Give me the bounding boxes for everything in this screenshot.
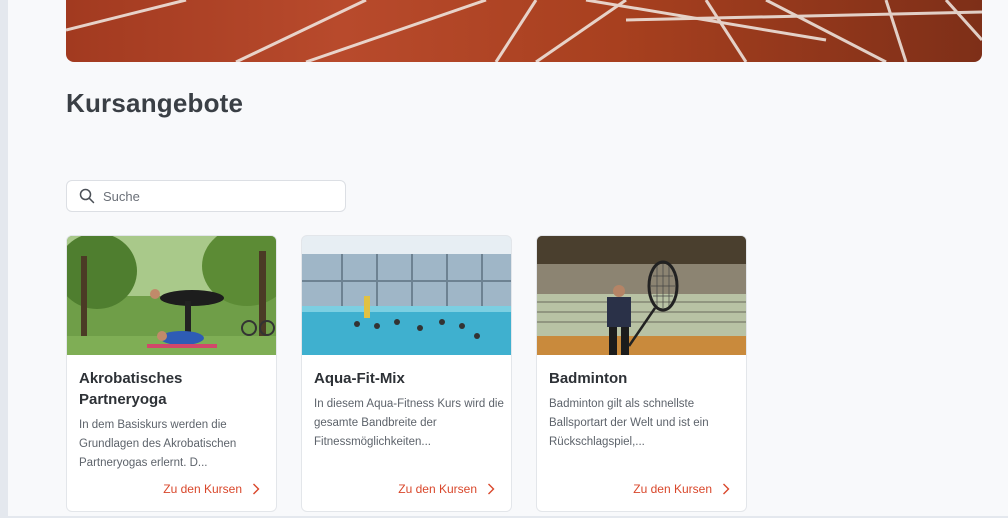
page: Kursangebote Suche Akrobatisches Partner… bbox=[8, 0, 1008, 516]
course-description: Badminton gilt als schnellste Ballsporta… bbox=[549, 398, 709, 448]
course-image-pool bbox=[302, 236, 511, 355]
course-description: In dem Basiskurs werden die Grundlagen d… bbox=[79, 419, 237, 469]
chevron-right-icon bbox=[722, 483, 730, 495]
hero-banner bbox=[66, 0, 982, 62]
course-title: Badminton bbox=[549, 370, 628, 387]
chevron-right-icon bbox=[487, 483, 495, 495]
chevron-right-icon bbox=[252, 483, 260, 495]
search-input[interactable] bbox=[103, 188, 323, 204]
search-icon bbox=[79, 188, 95, 204]
course-card-partneryoga[interactable]: Akrobatisches Partneryoga In dem Basisku… bbox=[66, 235, 277, 512]
course-link[interactable]: Zu den Kursen bbox=[163, 482, 260, 496]
course-title: Aqua-Fit-Mix bbox=[314, 370, 405, 387]
course-link[interactable]: Zu den Kursen bbox=[398, 482, 495, 496]
course-description: In diesem Aqua-Fitness Kurs wird die ges… bbox=[314, 398, 504, 448]
course-link[interactable]: Zu den Kursen bbox=[633, 482, 730, 496]
course-image-badminton bbox=[537, 236, 746, 355]
course-image-acro-yoga bbox=[67, 236, 276, 355]
running-track-image bbox=[66, 0, 982, 62]
course-card-badminton[interactable]: Badminton Badminton gilt als schnellste … bbox=[536, 235, 747, 512]
course-card-aqua-fit-mix[interactable]: Aqua-Fit-Mix In diesem Aqua-Fitness Kurs… bbox=[301, 235, 512, 512]
page-title: Kursangebote bbox=[66, 88, 244, 118]
course-title: Akrobatisches Partneryoga bbox=[79, 370, 183, 408]
course-link-label[interactable]: Zu den Kursen bbox=[398, 482, 477, 496]
course-link-label[interactable]: Zu den Kursen bbox=[633, 482, 712, 496]
course-link-label[interactable]: Zu den Kursen bbox=[163, 482, 242, 496]
search-box[interactable] bbox=[66, 180, 346, 212]
